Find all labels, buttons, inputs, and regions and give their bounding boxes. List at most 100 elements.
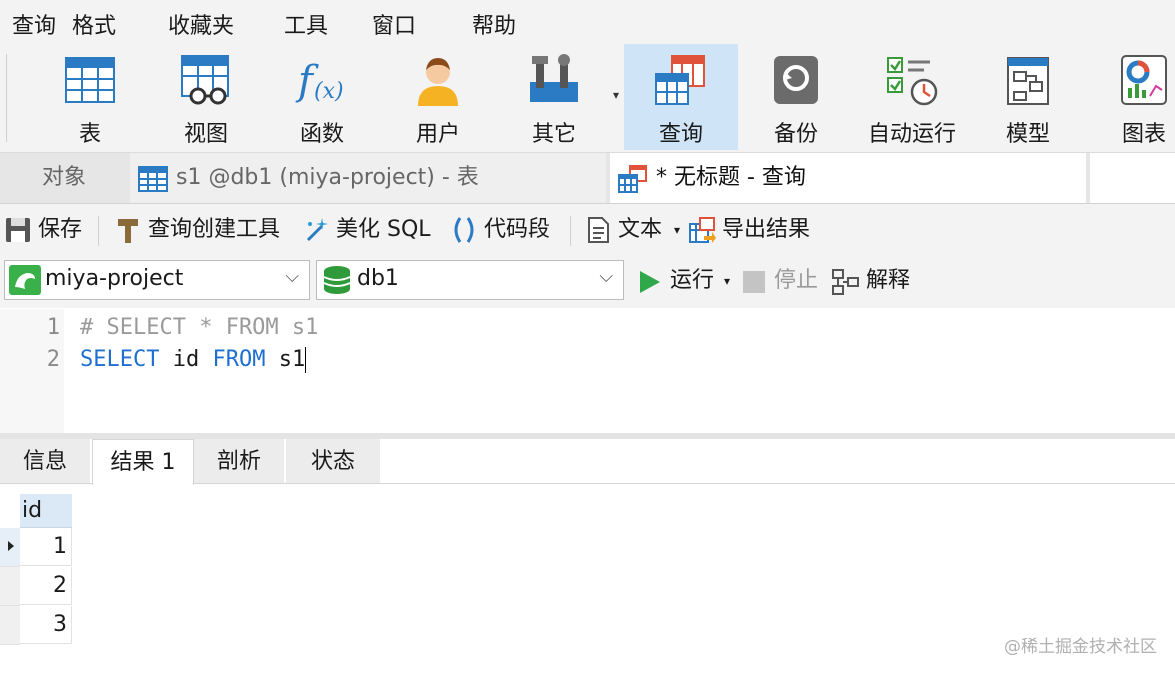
tab-profile[interactable]: 剖析 [194, 439, 284, 483]
model-button-label: 模型 [1005, 122, 1050, 147]
menu-format[interactable]: 格式 [72, 8, 116, 40]
table-icon [65, 57, 115, 103]
user-button-label: 用户 [415, 122, 460, 147]
parentheses-icon [454, 217, 474, 243]
play-icon [640, 271, 660, 293]
tab-untitled-query[interactable]: * 无标题 - 查询 [610, 153, 1086, 203]
code-line-select: SELECT id FROM s1 [80, 347, 307, 373]
menu-tools[interactable]: 工具 [284, 8, 328, 40]
row-indicator[interactable] [0, 528, 20, 567]
menu-bar: 查询 格式 收藏夹 工具 窗口 帮助 [0, 0, 1175, 44]
tab-status[interactable]: 状态 [286, 439, 380, 483]
svg-text:(x): (x) [314, 79, 344, 104]
menu-favorites[interactable]: 收藏夹 [168, 8, 234, 40]
toolbar-divider-2 [570, 216, 571, 246]
query-button[interactable]: 查询 [624, 44, 738, 150]
function-icon: f (x) [295, 58, 344, 104]
code-snippet-button[interactable]: 代码段 [450, 214, 560, 246]
row-indicator[interactable] [0, 567, 20, 606]
tab-result-1[interactable]: 结果 1 [92, 439, 194, 485]
text-button[interactable]: 文本 [584, 214, 676, 246]
sql-identifier: s1 [278, 347, 306, 372]
text-label: 文本 [618, 217, 663, 242]
view-button-label: 视图 [183, 122, 228, 147]
save-button[interactable]: 保存 [4, 214, 90, 246]
other-button-label: 其它 [531, 122, 576, 147]
database-select[interactable]: db1 ⌵ [316, 260, 624, 300]
stop-icon [743, 271, 765, 293]
query-button-label: 查询 [658, 122, 703, 147]
query-toolbar: 保存 查询创建工具 美化 SQL 代码段 文本 ▾ 导出结果 [0, 204, 1175, 256]
function-button[interactable]: f (x) 函数 [266, 44, 378, 150]
menu-window[interactable]: 窗口 [372, 8, 416, 40]
connection-select[interactable]: miya-project ⌵ [4, 260, 310, 300]
sql-identifier: id [172, 347, 200, 372]
row-indicator[interactable] [0, 606, 20, 645]
tab-objects[interactable]: 对象 [0, 153, 128, 203]
export-results-button[interactable]: 导出结果 [688, 214, 822, 246]
line-number: 1 [46, 315, 60, 340]
magic-wand-icon [306, 218, 328, 242]
model-icon [1007, 57, 1049, 105]
autorun-button-label: 自动运行 [867, 122, 956, 147]
view-button[interactable]: 视图 [150, 44, 262, 150]
autorun-icon [887, 57, 938, 106]
export-icon [689, 217, 716, 243]
chart-button[interactable]: 图表 [1088, 44, 1175, 150]
backup-button[interactable]: 备份 [740, 44, 852, 150]
menu-help[interactable]: 帮助 [472, 8, 516, 40]
grid-cell[interactable]: 1 [20, 528, 72, 566]
other-dropdown-icon[interactable]: ▾ [613, 88, 619, 102]
current-row-arrow-icon [8, 541, 14, 551]
autorun-button[interactable]: 自动运行 [856, 44, 968, 150]
menu-query[interactable]: 查询 [12, 8, 56, 40]
other-button[interactable]: 其它 [498, 44, 610, 150]
connection-select-value: miya-project [45, 266, 184, 291]
selector-row: miya-project ⌵ db1 ⌵ 运行 ▾ 停止 解释 [0, 256, 1175, 308]
code-line-comment: # SELECT * FROM s1 [80, 315, 319, 340]
table-row[interactable]: 1 [0, 528, 72, 567]
run-dropdown-icon[interactable]: ▾ [724, 264, 730, 298]
user-button[interactable]: 用户 [382, 44, 494, 150]
line-number: 2 [46, 347, 60, 372]
save-label: 保存 [38, 217, 83, 242]
chevron-down-icon: ⌵ [599, 266, 613, 287]
beautify-sql-button[interactable]: 美化 SQL [302, 214, 442, 246]
main-toolbar: 表 视图 f (x) 函数 用户 其它 ▾ 查询 备份 自动运行 模型 图表 [0, 44, 1175, 153]
table-button-label: 表 [78, 122, 101, 147]
mysql-dolphin-icon [9, 265, 41, 295]
code-snippet-label: 代码段 [484, 217, 551, 242]
chart-icon [1121, 55, 1167, 105]
table-row[interactable]: 2 [0, 567, 72, 606]
save-icon [6, 218, 30, 242]
run-button[interactable]: 运行 ▾ [638, 264, 732, 298]
stop-label: 停止 [774, 268, 819, 293]
result-tabs: 信息 结果 1 剖析 状态 [0, 439, 1175, 485]
database-icon [323, 266, 351, 294]
tab-table-s1[interactable]: s1 @db1 (miya-project) - 表 [130, 153, 606, 203]
tab-blank-area [1090, 153, 1175, 203]
explain-icon [832, 269, 859, 295]
table-row[interactable]: 3 [0, 606, 72, 645]
sql-editor[interactable]: 1 2 # SELECT * FROM s1 SELECT id FROM s1 [0, 309, 1175, 433]
function-button-label: 函数 [299, 122, 344, 147]
backup-button-label: 备份 [773, 122, 818, 147]
grid-cell[interactable]: 3 [20, 606, 72, 644]
column-header-id[interactable]: id [20, 494, 72, 528]
table-tab-icon [138, 166, 168, 192]
query-builder-button[interactable]: 查询创建工具 [114, 214, 294, 246]
grid-cell[interactable]: 2 [20, 567, 72, 605]
explain-button[interactable]: 解释 [832, 264, 922, 298]
export-results-label: 导出结果 [722, 217, 811, 242]
stop-button[interactable]: 停止 [742, 264, 824, 298]
toolbar-divider [98, 216, 99, 246]
database-select-value: db1 [357, 266, 399, 291]
tab-info[interactable]: 信息 [0, 439, 90, 483]
text-dropdown-icon[interactable]: ▾ [674, 214, 682, 246]
sql-keyword: FROM [212, 347, 266, 372]
toolbar-separator [6, 54, 7, 142]
tools-icon [530, 54, 578, 102]
tab-table-s1-label: s1 @db1 (miya-project) - 表 [176, 165, 479, 190]
table-button[interactable]: 表 [34, 44, 146, 150]
model-button[interactable]: 模型 [972, 44, 1084, 150]
